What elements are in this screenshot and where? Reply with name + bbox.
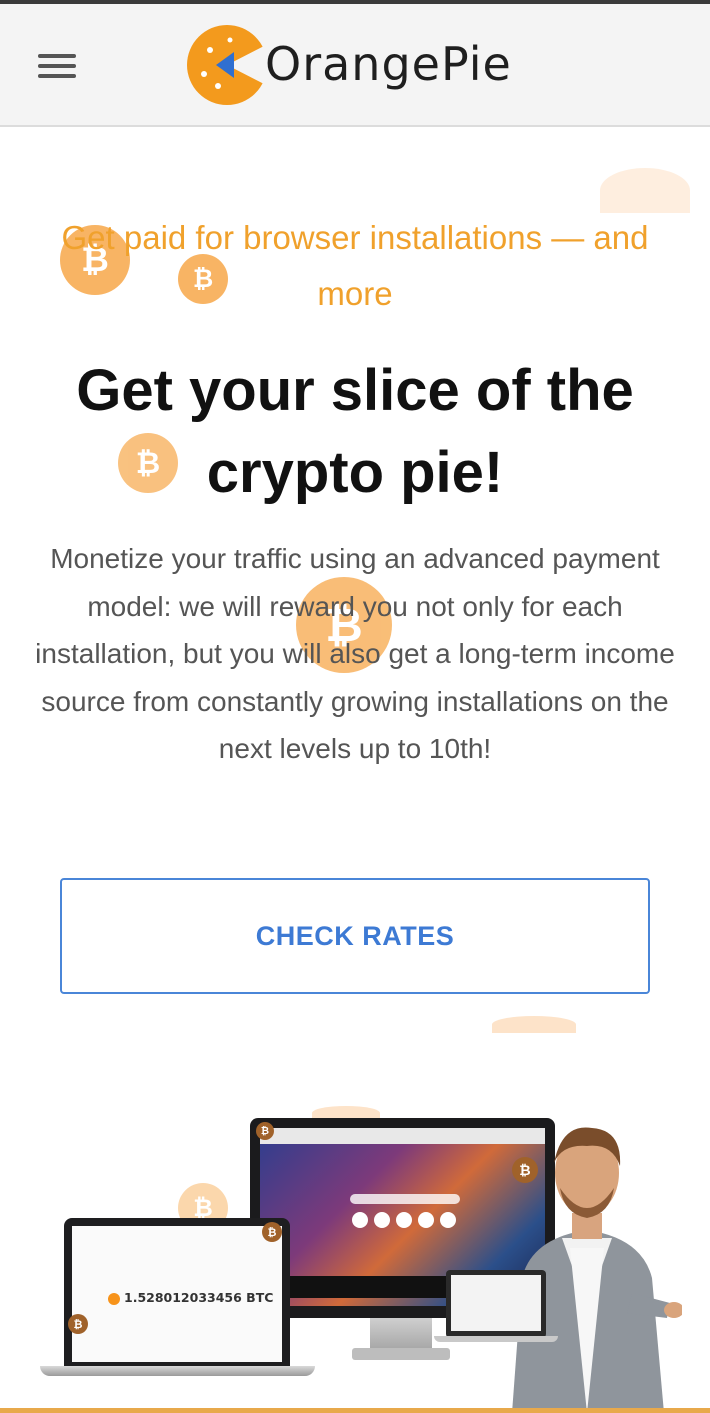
laptop-dashboard-screenshot: 1.528012033456 BTC <box>72 1226 282 1362</box>
hero-headline: Get your slice of the crypto pie! <box>76 358 634 505</box>
check-rates-button[interactable]: CHECK RATES <box>60 878 650 994</box>
monitor-stand <box>370 1318 432 1350</box>
laptop-image: 1.528012033456 BTC <box>64 1218 290 1368</box>
small-laptop-base <box>434 1336 558 1342</box>
hero-description: Monetize your traffic using an advanced … <box>35 543 675 764</box>
site-header: OrangePie <box>0 4 710 127</box>
brand-name[interactable]: OrangePie <box>265 37 512 91</box>
small-laptop-image <box>446 1270 546 1338</box>
decorative-blob <box>600 168 690 213</box>
man-pointing-image <box>512 1127 682 1413</box>
search-bar-graphic <box>350 1194 460 1204</box>
bitcoin-coin-icon: ₿ <box>256 1122 274 1140</box>
orangepie-logo-icon[interactable] <box>186 22 268 108</box>
bitcoin-coin-icon: ₿ <box>68 1314 88 1334</box>
bottom-accent-line <box>0 1408 710 1413</box>
monitor-base <box>352 1348 450 1360</box>
bitcoin-coin-icon: ₿ <box>262 1222 282 1242</box>
hamburger-menu-icon[interactable] <box>38 54 76 82</box>
laptop-base <box>40 1366 315 1376</box>
btc-balance: 1.528012033456 BTC <box>108 1290 273 1305</box>
hero-tagline: Get paid for browser installations — and… <box>61 219 649 312</box>
decorative-blob <box>492 1016 576 1033</box>
